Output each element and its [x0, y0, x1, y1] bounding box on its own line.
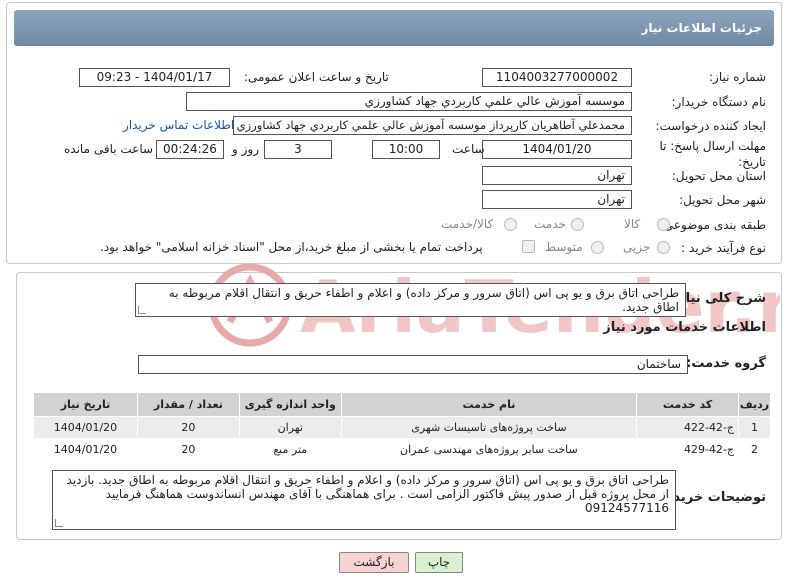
col-code: کد خدمت — [636, 392, 740, 417]
process-medium-radio[interactable] — [591, 241, 604, 254]
process-minor-radio[interactable] — [657, 241, 670, 254]
service-group-field[interactable]: ساختمان — [138, 355, 688, 374]
category-goods-label: کالا — [624, 217, 641, 231]
print-button[interactable]: چاپ — [415, 552, 463, 573]
summary-label: شرح کلی نیاز: — [672, 291, 766, 306]
need-number-field[interactable]: 1104003277000002 — [482, 68, 632, 87]
row-unit: متر مبع — [238, 438, 342, 461]
row-qty: 20 — [136, 416, 240, 439]
service-group-label: گروه خدمت: — [686, 356, 766, 371]
page-title: جزئیات اطلاعات نیاز — [14, 10, 774, 46]
treasury-payment-note: پرداخت تمام یا بخشی از مبلغ خرید،از محل … — [100, 240, 483, 254]
announce-label: تاریخ و ساعت اعلان عمومی: — [244, 70, 389, 84]
deadline-time-label: ساعت — [452, 142, 485, 156]
category-both-label: کالا/خدمت — [441, 217, 494, 231]
days-field[interactable]: 3 — [264, 140, 332, 159]
buyer-org-field[interactable]: موسسه آموزش عالي علمي کاربردي جهاد کشاور… — [186, 92, 632, 111]
row-name: ساخت سایر پروژه‌های مهندسی عمران — [340, 438, 638, 461]
table-row: 2 ج-42-429 ساخت سایر پروژه‌های مهندسی عم… — [33, 438, 771, 461]
buyer-notes-text: طراحی اتاق برق و یو پی اس (اتاق سرور و م… — [66, 473, 669, 515]
category-label: طبقه بندی موضوعی: — [659, 218, 766, 232]
deadline-time-field[interactable]: 10:00 — [372, 140, 440, 159]
buyer-contact-link[interactable]: اطلاعات تماس خریدار — [123, 118, 234, 132]
summary-textarea[interactable]: طراحی اتاق برق و یو پی اس (اتاق سرور و م… — [135, 283, 686, 317]
buyer-notes-textarea[interactable]: طراحی اتاق برق و یو پی اس (اتاق سرور و م… — [52, 470, 676, 530]
province-label: استان محل تحویل: — [671, 169, 766, 183]
back-button[interactable]: بازگشت — [339, 552, 409, 573]
deadline-label: مهلت ارسال پاسخ: تا تاریخ: — [659, 139, 766, 169]
services-title: اطلاعات خدمات مورد نیاز — [603, 320, 766, 335]
row-qty: 20 — [136, 438, 240, 461]
creator-label: ایجاد کننده درخواست: — [655, 119, 766, 133]
col-index: ردیف — [738, 392, 771, 417]
city-label: شهر محل تحویل: — [679, 193, 766, 207]
category-both-radio[interactable] — [504, 218, 517, 231]
resize-grip-icon[interactable] — [138, 306, 146, 314]
category-goods-radio[interactable] — [657, 218, 670, 231]
category-service-label: خدمت — [534, 217, 566, 231]
row-code: ج-42-422 — [636, 416, 740, 439]
col-name: نام خدمت — [340, 392, 638, 417]
col-date: تاریخ نیاز — [33, 392, 138, 417]
summary-text: طراحی اتاق برق و یو پی اس (اتاق سرور و م… — [168, 286, 679, 314]
creator-field[interactable]: محمدعلي آطاهريان کارپرداز موسسه آموزش عا… — [233, 116, 632, 135]
col-unit: واحد اندازه گیری — [238, 392, 342, 417]
services-table: ردیف کد خدمت نام خدمت واحد اندازه گیری ت… — [33, 392, 771, 461]
days-label: روز و — [232, 142, 259, 156]
col-qty: تعداد / مقدار — [136, 392, 240, 417]
table-row: 1 ج-42-422 ساخت پروژه‌های تاسیسات شهری ت… — [33, 416, 771, 439]
need-number-label: شماره نیاز: — [709, 70, 766, 84]
process-minor-label: جزیی — [623, 240, 651, 254]
announce-field[interactable]: 1404/01/17 - 09:23 — [79, 68, 230, 87]
remaining-time-field[interactable]: 00:24:26 — [156, 140, 224, 159]
treasury-payment-checkbox[interactable] — [522, 240, 535, 253]
row-code: ج-42-429 — [636, 438, 740, 461]
province-field[interactable]: تهران — [482, 166, 632, 185]
resize-grip-icon[interactable] — [55, 519, 63, 527]
city-field[interactable]: تهران — [482, 190, 632, 209]
row-date: 1404/01/20 — [33, 416, 138, 439]
row-index: 2 — [738, 438, 771, 461]
remaining-label: ساعت باقی مانده — [64, 142, 154, 156]
deadline-date-field[interactable]: 1404/01/20 — [482, 140, 632, 159]
process-label: نوع فرآیند خرید : — [681, 241, 766, 255]
row-unit: تهران — [238, 416, 342, 439]
row-date: 1404/01/20 — [33, 438, 138, 461]
buyer-org-label: نام دستگاه خریدار: — [671, 95, 767, 109]
row-name: ساخت پروژه‌های تاسیسات شهری — [340, 416, 638, 439]
process-medium-label: متوسط — [545, 240, 583, 254]
row-index: 1 — [738, 416, 771, 439]
category-service-radio[interactable] — [571, 218, 584, 231]
